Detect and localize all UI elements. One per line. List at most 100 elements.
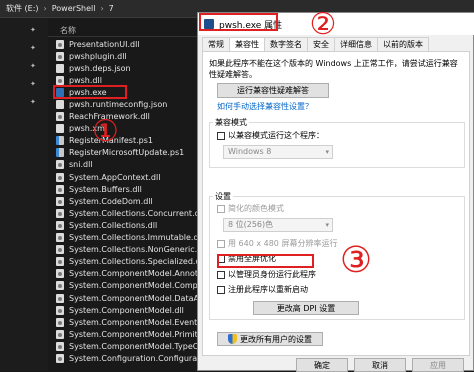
resolution-checkbox[interactable]: 用 640 x 480 屏幕分辨率运行 [217, 238, 337, 249]
file-icon [56, 124, 64, 134]
reduced-color-checkbox[interactable]: 简化的颜色模式 [217, 203, 284, 214]
color-mode-select-value: 8 位(256)色 [228, 220, 274, 229]
file-name: RegisterMicrosoftUpdate.ps1 [69, 148, 185, 158]
dll-file-icon [56, 257, 64, 267]
file-name: System.ComponentModel.Composition... [69, 281, 208, 291]
file-row[interactable]: System.AppContext.dll [48, 171, 208, 183]
breadcrumb-subfolder[interactable]: 7 [109, 4, 114, 13]
file-row[interactable]: System.ComponentModel.Primitives.dll [48, 328, 208, 340]
checkbox-box[interactable] [217, 131, 225, 140]
dll-file-icon [56, 75, 64, 85]
file-row[interactable]: System.Collections.Concurrent.dll [48, 207, 208, 219]
cancel-button[interactable]: 取消 [354, 358, 406, 372]
breadcrumb-drive[interactable]: 软件 (E:) [6, 3, 39, 14]
file-name: System.Collections.Concurrent.dll [69, 208, 205, 218]
compat-mode-select[interactable]: Windows 8 ▾ [223, 145, 333, 159]
file-row[interactable]: pwsh.deps.json [48, 62, 208, 74]
run-as-admin-checkbox[interactable]: 以管理员身份运行此程序 [217, 269, 316, 280]
change-all-users-button[interactable]: 更改所有用户的设置 [217, 332, 323, 346]
pin-icon: ✦ [30, 98, 36, 106]
breadcrumb-folder[interactable]: PowerShell [52, 4, 96, 13]
dll-file-icon [56, 293, 64, 303]
file-name: System.Collections.NonGeneric.dll [69, 245, 207, 255]
register-restart-checkbox[interactable]: 注册此程序以重新启动 [217, 284, 308, 295]
highlight-box-pwsh-exe [53, 85, 127, 99]
file-row[interactable]: System.ComponentModel.dll [48, 304, 208, 316]
file-name: pwsh.dll [69, 75, 102, 85]
annotation-circle-one: ① [92, 114, 119, 149]
script-file-icon [56, 136, 64, 146]
file-row[interactable]: System.ComponentModel.EventBase... [48, 316, 208, 328]
file-row[interactable]: pwsh.runtimeconfig.json [48, 98, 208, 110]
file-row[interactable]: System.Collections.NonGeneric.dll [48, 244, 208, 256]
tab-digital-signatures[interactable]: 数字签名 [264, 37, 308, 51]
file-name: pwsh.runtimeconfig.json [69, 100, 168, 110]
pin-icon: ✦ [30, 80, 36, 88]
compatibility-panel: 如果此程序不能在这个版本的 Windows 上正常工作，请尝试运行兼容性疑难解答… [202, 51, 470, 356]
tab-compatibility[interactable]: 兼容性 [229, 37, 265, 52]
dll-file-icon [56, 39, 64, 49]
run-troubleshooter-button[interactable]: 运行兼容性疑难解答 [217, 83, 329, 98]
apply-button[interactable]: 应用 [412, 358, 464, 372]
file-row[interactable]: pwshplugin.dll [48, 50, 208, 62]
highlight-box-dialog-title [199, 13, 278, 31]
dll-file-icon [56, 233, 64, 243]
file-row[interactable]: pwsh.xml [48, 123, 208, 135]
checkbox-box[interactable] [217, 204, 225, 213]
file-name: System.Configuration.Configuration... [69, 353, 208, 363]
highlight-box-run-as-admin [217, 254, 314, 268]
pin-icon: ✦ [30, 44, 36, 52]
dll-file-icon [56, 196, 64, 206]
file-row[interactable]: PresentationUI.dll [48, 38, 208, 50]
manual-settings-link[interactable]: 如何手动选择兼容性设置？ [217, 101, 313, 112]
file-icon [56, 100, 64, 110]
checkbox-box[interactable] [217, 270, 225, 279]
file-name: System.Collections.Specialized.dll [69, 257, 205, 267]
tab-general[interactable]: 常规 [202, 37, 230, 51]
color-mode-select[interactable]: 8 位(256)色 ▾ [223, 218, 333, 232]
checkbox-box[interactable] [217, 239, 225, 248]
column-header-name[interactable]: 名称 [48, 24, 208, 37]
dll-file-icon [56, 269, 64, 279]
dll-file-icon [56, 184, 64, 194]
compat-mode-checkbox[interactable]: 以兼容模式运行这个程序： [217, 130, 324, 141]
file-row[interactable]: sni.dll [48, 159, 208, 171]
file-name: System.CodeDom.dll [69, 196, 153, 206]
ok-button[interactable]: 确定 [296, 358, 348, 372]
file-name: System.ComponentModel.Annotation... [69, 269, 208, 279]
file-icon [56, 63, 64, 73]
file-row[interactable]: System.Collections.Immutable.dll [48, 232, 208, 244]
file-row[interactable]: System.ComponentModel.Composition... [48, 280, 208, 292]
dll-file-icon [56, 353, 64, 363]
file-row[interactable]: System.CodeDom.dll [48, 195, 208, 207]
tab-details[interactable]: 详细信息 [334, 37, 378, 51]
file-name: System.ComponentModel.DataAnnot... [69, 293, 208, 303]
dll-file-icon [56, 172, 64, 182]
file-row[interactable]: RegisterMicrosoftUpdate.ps1 [48, 147, 208, 159]
file-row[interactable]: System.ComponentModel.TypeConve... [48, 340, 208, 352]
run-as-admin-checkbox-label: 以管理员身份运行此程序 [228, 270, 316, 279]
dll-file-icon [56, 160, 64, 170]
chevron-down-icon: ▾ [325, 221, 329, 229]
file-row[interactable]: RegisterManifest.ps1 [48, 135, 208, 147]
file-row[interactable]: System.ComponentModel.DataAnnot... [48, 292, 208, 304]
file-row[interactable]: ReachFramework.dll [48, 111, 208, 123]
change-all-users-label: 更改所有用户的设置 [240, 334, 312, 344]
file-row[interactable]: System.ComponentModel.Annotation... [48, 268, 208, 280]
file-name: PresentationUI.dll [69, 39, 140, 49]
file-row[interactable]: System.Buffers.dll [48, 183, 208, 195]
file-row[interactable]: System.Configuration.Configuration... [48, 352, 208, 364]
breadcrumb-separator: › [100, 4, 104, 13]
uac-shield-icon [228, 334, 237, 344]
dll-file-icon [56, 317, 64, 327]
checkbox-box[interactable] [217, 285, 225, 294]
dialog-footer: 确定 取消 应用 [198, 358, 474, 372]
tab-previous-versions[interactable]: 以前的版本 [377, 37, 429, 51]
pin-icon: ✦ [30, 26, 36, 34]
change-dpi-button[interactable]: 更改高 DPI 设置 [253, 301, 359, 315]
navigation-pane[interactable]: ✦ ✦ ✦ ✦ ✦ [0, 18, 48, 371]
file-row[interactable]: System.Collections.Specialized.dll [48, 256, 208, 268]
reduced-color-checkbox-label: 简化的颜色模式 [228, 204, 284, 213]
file-row[interactable]: System.Collections.dll [48, 219, 208, 231]
register-restart-checkbox-label: 注册此程序以重新启动 [228, 285, 308, 294]
